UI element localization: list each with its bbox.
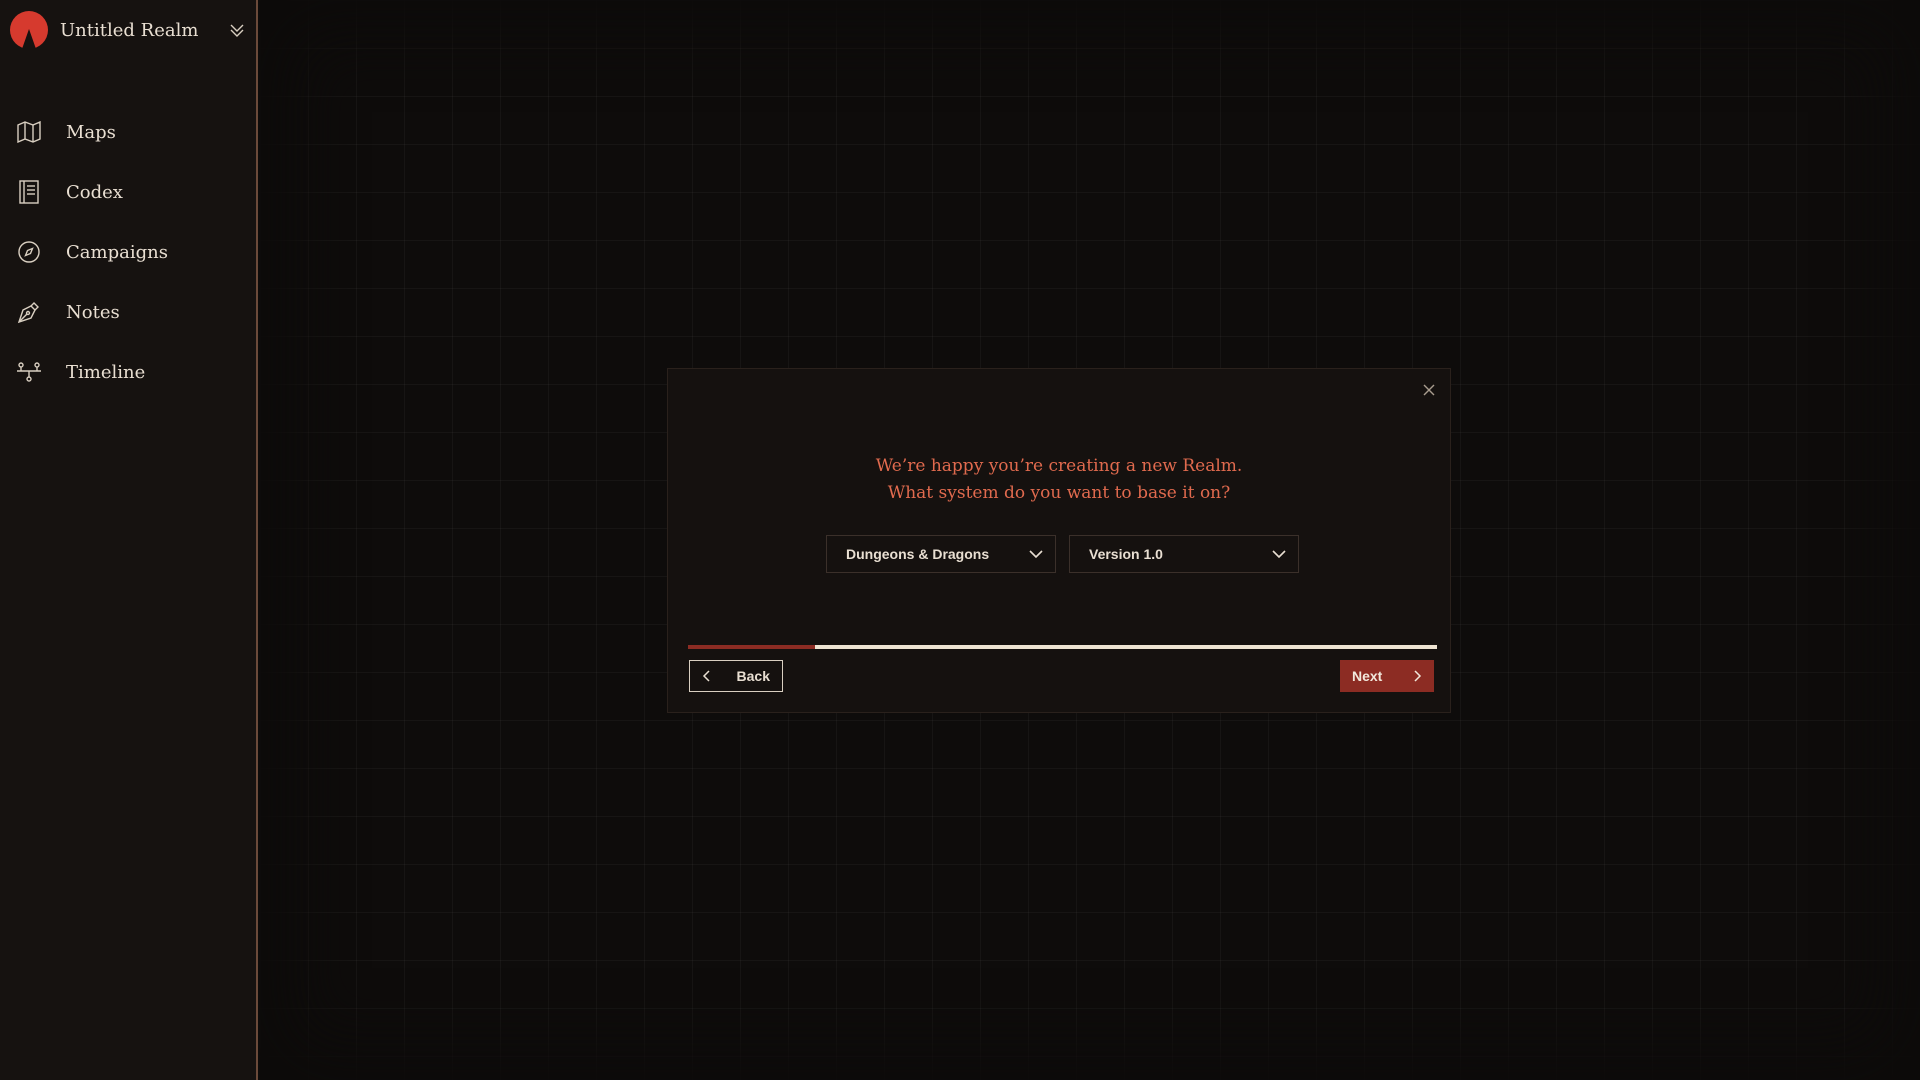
map-icon	[16, 119, 42, 145]
chevron-double-down-icon[interactable]	[228, 21, 246, 39]
sidebar-item-label: Maps	[66, 121, 116, 143]
chevron-down-icon	[1272, 550, 1286, 559]
next-button-label: Next	[1352, 668, 1383, 684]
sidebar-item-label: Timeline	[66, 361, 146, 383]
system-select[interactable]: Dungeons & Dragons	[826, 535, 1056, 573]
compass-icon	[16, 239, 42, 265]
sidebar-item-campaigns[interactable]: Campaigns	[16, 234, 246, 270]
next-button[interactable]: Next	[1340, 660, 1434, 692]
book-icon	[16, 179, 42, 205]
back-button-label: Back	[736, 668, 770, 684]
sidebar-item-label: Codex	[66, 181, 123, 203]
chevron-left-icon	[702, 670, 710, 682]
create-realm-dialog: We’re happy you’re creating a new Realm.…	[667, 368, 1451, 713]
prompt-line-2: What system do you want to base it on?	[887, 483, 1231, 503]
realm-name: Untitled Realm	[60, 19, 199, 41]
chevron-right-icon	[1414, 670, 1422, 682]
sidebar-item-timeline[interactable]: Timeline	[16, 354, 246, 390]
back-button[interactable]: Back	[689, 660, 783, 692]
version-select-value: Version 1.0	[1089, 546, 1163, 562]
sidebar-item-label: Campaigns	[66, 241, 168, 263]
wizard-progress-bar	[688, 645, 1437, 649]
sidebar: Untitled Realm Maps Codex Campaigns Note…	[0, 0, 258, 1080]
dialog-prompt: We’re happy you’re creating a new Realm.…	[668, 453, 1450, 507]
timeline-icon	[16, 359, 42, 385]
realm-switcher[interactable]: Untitled Realm	[10, 10, 250, 50]
sidebar-item-maps[interactable]: Maps	[16, 114, 246, 150]
version-select[interactable]: Version 1.0	[1069, 535, 1299, 573]
sidebar-item-codex[interactable]: Codex	[16, 174, 246, 210]
sidebar-item-label: Notes	[66, 301, 120, 323]
chevron-down-icon	[1029, 550, 1043, 559]
prompt-line-1: We’re happy you’re creating a new Realm.	[875, 456, 1243, 476]
system-select-value: Dungeons & Dragons	[846, 546, 990, 562]
progress-fill	[688, 645, 816, 649]
pen-nib-icon	[16, 299, 42, 325]
close-icon[interactable]	[1420, 381, 1438, 399]
realm-logo-icon	[10, 11, 48, 49]
sidebar-item-notes[interactable]: Notes	[16, 294, 246, 330]
